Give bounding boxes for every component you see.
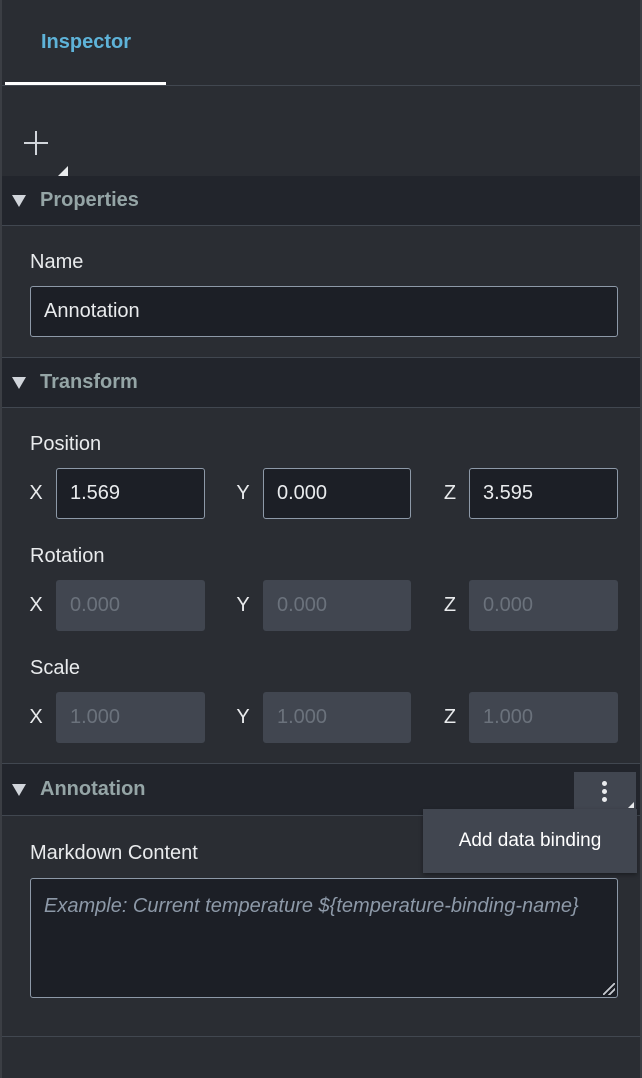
annotation-more-actions-button[interactable] <box>574 772 636 812</box>
axis-label-x: X <box>29 706 43 728</box>
position-y-input[interactable]: 0.000 <box>263 468 411 519</box>
rotation-label: Rotation <box>30 545 105 567</box>
kebab-menu-icon-dot <box>602 797 607 802</box>
annotation-actions-menu: Add data binding <box>423 809 637 873</box>
tab-bar: Inspector <box>2 0 642 86</box>
axis-label-y: Y <box>236 594 250 616</box>
markdown-placeholder: Example: Current temperature ${temperatu… <box>44 895 579 917</box>
name-label: Name <box>30 251 84 273</box>
axis-label-x: X <box>29 482 43 504</box>
name-input[interactable]: Annotation <box>30 286 618 337</box>
markdown-content-label: Markdown Content <box>30 842 198 864</box>
resize-handle-icon[interactable] <box>603 983 615 995</box>
axis-label-x: X <box>29 594 43 616</box>
position-label: Position <box>30 433 102 455</box>
axis-label-z: Z <box>443 594 457 616</box>
transform-section-header[interactable]: Transform <box>2 358 642 408</box>
scale-y-input: 1.000 <box>263 692 411 743</box>
tab-inspector[interactable]: Inspector <box>5 0 167 86</box>
inspector-panel: Inspector Properties Name Annotation Tra… <box>0 0 642 1078</box>
axis-label-y: Y <box>236 706 250 728</box>
rotation-z-input: 0.000 <box>469 580 618 631</box>
scale-label: Scale <box>30 657 81 679</box>
section-title: Properties <box>40 189 139 211</box>
scale-z-input: 1.000 <box>469 692 618 743</box>
collapse-triangle-icon <box>12 376 26 389</box>
section-title: Transform <box>40 371 138 393</box>
dropdown-caret-icon <box>58 166 68 176</box>
markdown-content-textarea[interactable]: Example: Current temperature ${temperatu… <box>30 878 618 998</box>
axis-label-z: Z <box>443 482 457 504</box>
kebab-menu-icon-dot <box>602 789 607 794</box>
plus-icon-vertical <box>35 131 37 155</box>
divider <box>2 1036 642 1037</box>
section-title: Annotation <box>40 778 146 800</box>
rotation-x-input: 0.000 <box>56 580 205 631</box>
dropdown-caret-icon <box>628 802 634 808</box>
properties-section-header[interactable]: Properties <box>2 176 642 226</box>
rotation-y-input: 0.000 <box>263 580 411 631</box>
active-tab-indicator <box>5 82 166 85</box>
scale-x-input: 1.000 <box>56 692 205 743</box>
kebab-menu-icon <box>602 781 607 786</box>
axis-label-z: Z <box>443 706 457 728</box>
position-x-input[interactable]: 1.569 <box>56 468 205 519</box>
axis-label-y: Y <box>236 482 250 504</box>
position-z-input[interactable]: 3.595 <box>469 468 618 519</box>
add-button[interactable] <box>16 122 72 176</box>
collapse-triangle-icon <box>12 194 26 207</box>
collapse-triangle-icon <box>12 783 26 796</box>
menu-item-add-data-binding[interactable]: Add data binding <box>423 809 637 873</box>
